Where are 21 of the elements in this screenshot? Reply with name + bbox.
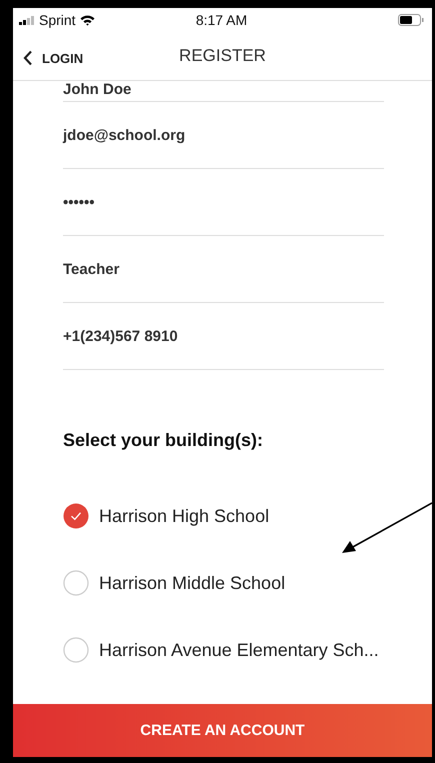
carrier-name: Sprint xyxy=(39,12,76,28)
checked-circle-icon[interactable] xyxy=(63,503,89,529)
screen-title: REGISTER xyxy=(179,46,266,66)
radio-button[interactable] xyxy=(63,570,89,596)
chevron-left-icon xyxy=(23,50,33,66)
back-button[interactable]: LOGIN xyxy=(13,50,84,66)
create-account-button[interactable]: CREATE AN ACCOUNT xyxy=(13,704,432,757)
input-field[interactable]: Teacher xyxy=(63,236,384,303)
input-field[interactable]: •••••• xyxy=(63,169,384,236)
building-option[interactable]: Harrison Middle School xyxy=(99,572,286,594)
signal-icon xyxy=(19,16,35,24)
input-field[interactable]: jdoe@school.org xyxy=(63,102,384,169)
input-field[interactable]: +1(234)567 8910 xyxy=(63,303,384,370)
wifi-icon xyxy=(80,14,95,26)
status-time: 8:17 AM xyxy=(196,12,248,28)
section-heading: Select your building(s): xyxy=(63,430,264,451)
building-option[interactable]: Harrison Avenue Elementary Sch... xyxy=(99,640,379,660)
radio-button[interactable] xyxy=(63,637,89,663)
building-option[interactable]: Harrison High School xyxy=(99,506,270,526)
input-field[interactable]: John Doe xyxy=(63,81,384,102)
battery-icon xyxy=(398,14,424,26)
